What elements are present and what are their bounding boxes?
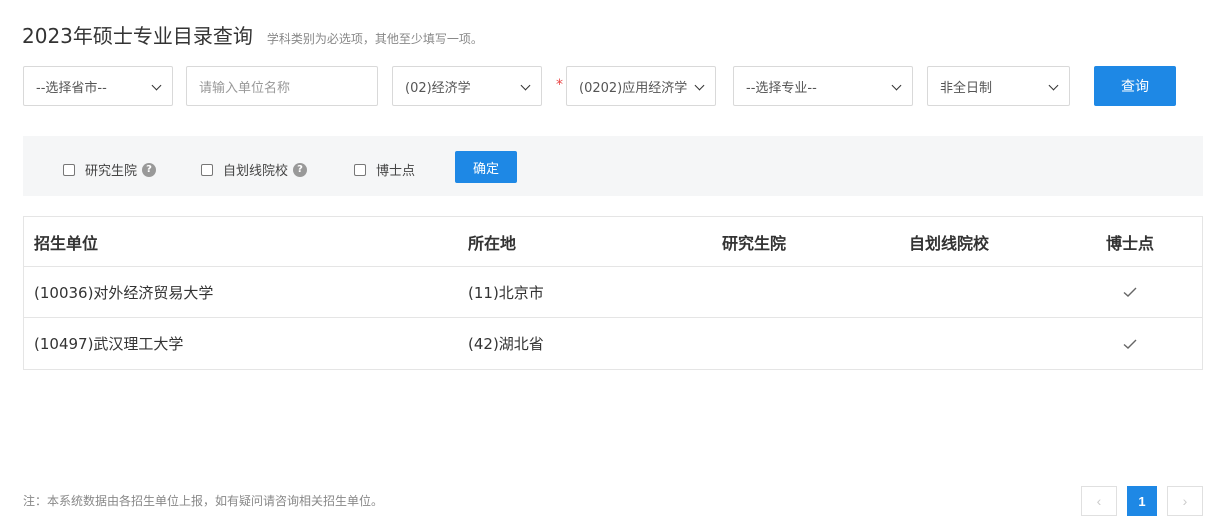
unit-cell[interactable]: (10036)对外经济贸易大学 bbox=[34, 267, 213, 317]
study-mode-select[interactable]: 非全日制 bbox=[927, 66, 1070, 106]
page-subtitle: 学科类别为必选项，其他至少填写一项。 bbox=[266, 32, 483, 46]
title-row: 2023年硕士专业目录查询 学科类别为必选项，其他至少填写一项。 bbox=[22, 20, 483, 49]
category-select[interactable]: (02)经济学 bbox=[392, 66, 542, 106]
province-select[interactable]: --选择省市-- bbox=[23, 66, 173, 106]
check-icon bbox=[1123, 287, 1137, 297]
unit-name-input[interactable]: 请输入单位名称 bbox=[186, 66, 378, 106]
self-line-label: 自划线院校 bbox=[223, 164, 289, 179]
table-row: (10497)武汉理工大学 (42)湖北省 bbox=[24, 318, 1202, 369]
category-select-value: (02)经济学 bbox=[405, 80, 471, 96]
header-unit: 招生单位 bbox=[34, 233, 99, 253]
header-grad-school: 研究生院 bbox=[721, 233, 786, 253]
doctoral-cell bbox=[1070, 318, 1190, 369]
discipline-select[interactable]: (0202)应用经济学 bbox=[566, 66, 716, 106]
table-header-row: 招生单位 所在地 研究生院 自划线院校 博士点 bbox=[24, 217, 1202, 267]
grad-school-label: 研究生院 bbox=[85, 164, 138, 179]
help-icon[interactable]: ? bbox=[142, 162, 157, 177]
doctoral-checkbox[interactable] bbox=[354, 163, 366, 176]
table-row: (10036)对外经济贸易大学 (11)北京市 bbox=[24, 267, 1202, 318]
self-line-checkbox[interactable] bbox=[201, 163, 213, 176]
page-title: 2023年硕士专业目录查询 bbox=[22, 24, 253, 48]
province-select-value: --选择省市-- bbox=[36, 80, 107, 96]
discipline-select-value: (0202)应用经济学 bbox=[579, 80, 688, 96]
check-icon bbox=[1123, 339, 1137, 349]
query-button[interactable]: 查询 bbox=[1094, 66, 1176, 106]
doctoral-label: 博士点 bbox=[376, 164, 416, 179]
major-select-value: --选择专业-- bbox=[746, 80, 817, 96]
study-mode-select-value: 非全日制 bbox=[940, 80, 993, 96]
confirm-button[interactable]: 确定 bbox=[455, 151, 517, 183]
self-line-option[interactable]: 自划线院校 ? bbox=[201, 160, 308, 179]
footer-note: 注：本系统数据由各招生单位上报，如有疑问请咨询相关招生单位。 bbox=[23, 494, 384, 508]
doctoral-cell bbox=[1070, 267, 1190, 317]
location-cell: (42)湖北省 bbox=[468, 335, 544, 353]
page-1-button[interactable]: 1 bbox=[1127, 486, 1157, 516]
results-table: 招生单位 所在地 研究生院 自划线院校 博士点 (10036)对外经济贸易大学 … bbox=[23, 216, 1203, 370]
unit-cell[interactable]: (10497)武汉理工大学 bbox=[34, 318, 183, 369]
grad-school-checkbox[interactable] bbox=[63, 163, 75, 176]
major-select[interactable]: --选择专业-- bbox=[733, 66, 913, 106]
header-doctoral: 博士点 bbox=[1105, 233, 1154, 253]
option-filter-bar: 研究生院 ? 自划线院校 ? 博士点 确定 bbox=[23, 136, 1203, 196]
location-cell: (11)北京市 bbox=[468, 283, 544, 302]
unit-name-placeholder: 请输入单位名称 bbox=[199, 80, 291, 96]
next-page-button[interactable]: › bbox=[1167, 486, 1203, 516]
header-location: 所在地 bbox=[468, 233, 517, 253]
header-self-line: 自划线院校 bbox=[908, 233, 989, 253]
help-icon[interactable]: ? bbox=[293, 162, 308, 177]
prev-page-button[interactable]: ‹ bbox=[1081, 486, 1117, 516]
grad-school-option[interactable]: 研究生院 ? bbox=[63, 160, 157, 179]
doctoral-option[interactable]: 博士点 bbox=[354, 160, 415, 179]
required-mark: * bbox=[556, 77, 563, 93]
